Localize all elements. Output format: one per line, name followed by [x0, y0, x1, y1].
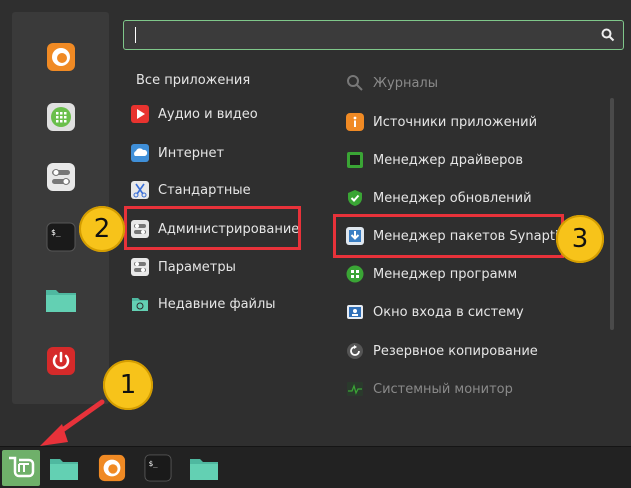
svg-text:$_: $_ [149, 459, 158, 468]
taskbar-files[interactable] [48, 453, 80, 483]
taskbar-firefox[interactable] [96, 453, 128, 483]
terminal-icon: $_ [144, 454, 172, 482]
taskbar: $_ [0, 446, 631, 488]
taskbar-folder[interactable] [188, 453, 220, 483]
folder-icon [190, 459, 218, 480]
menu-button[interactable] [2, 450, 40, 486]
firefox-icon [98, 454, 126, 482]
mint-logo-icon [9, 456, 35, 478]
red-arrow-annotation [40, 399, 105, 446]
folder-icon [50, 459, 78, 480]
taskbar-terminal[interactable]: $_ [142, 453, 174, 483]
